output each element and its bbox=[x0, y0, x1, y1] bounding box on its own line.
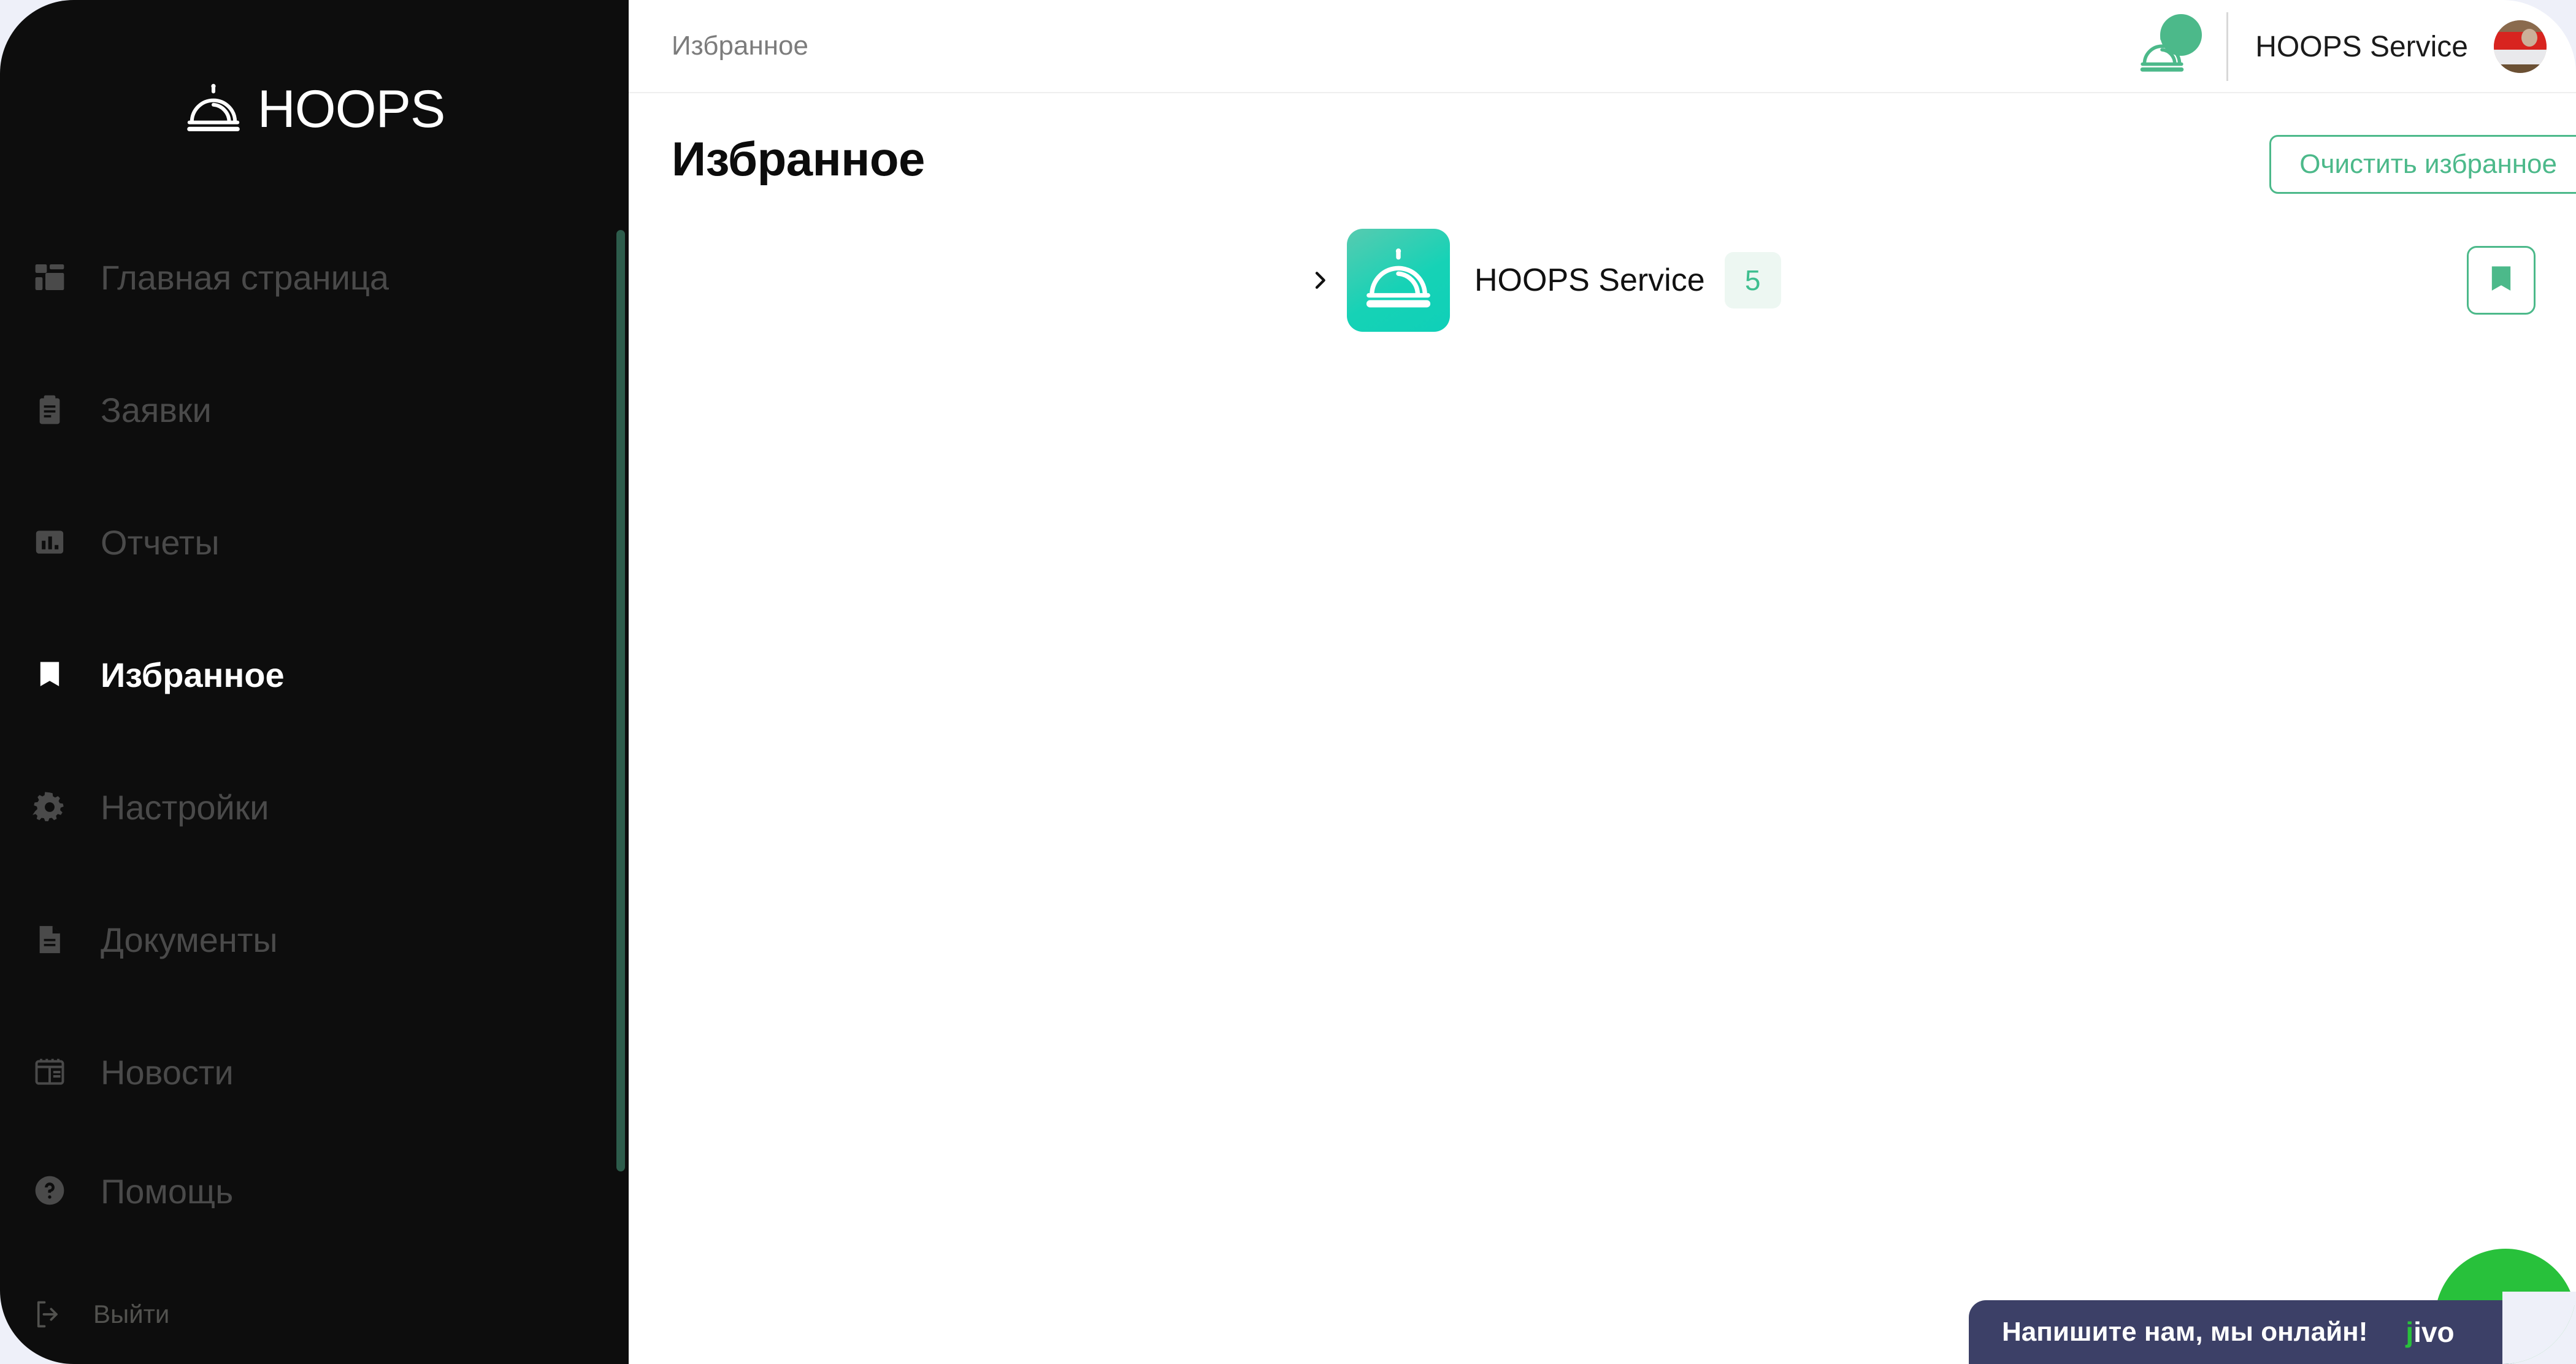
jivo-chat-widget: Напишите нам, мы онлайн! jivo bbox=[1969, 1249, 2576, 1364]
help-circle-icon bbox=[31, 1171, 69, 1208]
sidebar-item-label: Избранное bbox=[101, 655, 285, 694]
sidebar-item-label: Главная страница bbox=[101, 258, 389, 297]
breadcrumb: Избранное bbox=[672, 31, 808, 61]
gear-icon bbox=[31, 788, 69, 826]
jivo-logo-ivo: ivo bbox=[2413, 1316, 2455, 1348]
sidebar-item-glavnaya-stranica[interactable]: Главная страница bbox=[0, 244, 629, 310]
main-content: Избранное HOOPS Service Избранное Очисти… bbox=[629, 0, 2576, 1364]
sidebar-item-otchety[interactable]: Отчеты bbox=[0, 509, 629, 575]
service-bell-icon bbox=[1362, 243, 1435, 318]
favorites-row-name: HOOPS Service bbox=[1474, 262, 1705, 298]
toggle-bookmark-button[interactable] bbox=[2467, 246, 2536, 315]
clipboard-icon bbox=[31, 391, 69, 429]
sidebar-nav: Главная страница Заявки Отчеты Избранное… bbox=[0, 244, 629, 1208]
sidebar-item-pomosch[interactable]: Помощь bbox=[0, 1171, 629, 1208]
favorites-row-tile bbox=[1347, 229, 1450, 332]
topbar-divider bbox=[2226, 12, 2229, 81]
news-icon bbox=[31, 1053, 69, 1091]
notifications-button[interactable] bbox=[2138, 13, 2210, 80]
topbar: Избранное HOOPS Service bbox=[629, 0, 2576, 93]
sidebar-item-izbrannoe[interactable]: Избранное bbox=[0, 642, 629, 708]
sidebar-item-novosti[interactable]: Новости bbox=[0, 1039, 629, 1105]
sidebar: HOOPS Главная страница Заявки Отчеты Изб… bbox=[0, 0, 629, 1364]
page-title: Избранное bbox=[672, 132, 925, 186]
sidebar-item-label: Помощь bbox=[101, 1172, 234, 1208]
logout-button[interactable]: Выйти bbox=[31, 1297, 169, 1332]
logout-icon bbox=[31, 1297, 66, 1332]
page-head: Избранное Очистить избранное bbox=[629, 93, 2576, 194]
topbar-right: HOOPS Service bbox=[2138, 0, 2547, 93]
app-root: HOOPS Главная страница Заявки Отчеты Изб… bbox=[0, 0, 2576, 1364]
jivo-logo-j: j bbox=[2405, 1316, 2414, 1348]
document-icon bbox=[31, 921, 69, 959]
bookmark-icon bbox=[31, 656, 69, 694]
bar-chart-icon bbox=[31, 523, 69, 561]
favorites-row[interactable]: HOOPS Service 5 bbox=[629, 228, 2576, 332]
favorites-list: HOOPS Service 5 bbox=[629, 228, 2576, 332]
sidebar-item-nastroyki[interactable]: Настройки bbox=[0, 774, 629, 840]
favorites-row-count-badge: 5 bbox=[1724, 252, 1781, 308]
user-name: HOOPS Service bbox=[2255, 30, 2468, 63]
chevron-right-icon[interactable] bbox=[1306, 267, 1333, 294]
sidebar-item-label: Заявки bbox=[101, 390, 212, 429]
sidebar-item-label: Настройки bbox=[101, 787, 269, 827]
sidebar-item-label: Документы bbox=[101, 920, 278, 959]
logo-wordmark: HOOPS bbox=[257, 80, 446, 139]
notification-badge bbox=[2160, 14, 2202, 56]
dashboard-icon bbox=[31, 258, 69, 296]
sidebar-scrollbar[interactable] bbox=[616, 230, 625, 1171]
sidebar-item-dokumenty[interactable]: Документы bbox=[0, 906, 629, 973]
logout-label: Выйти bbox=[93, 1300, 170, 1328]
avatar-layer bbox=[2521, 28, 2537, 47]
avatar-layer bbox=[2494, 64, 2547, 73]
bookmark-filled-icon bbox=[2485, 261, 2517, 300]
sidebar-item-label: Отчеты bbox=[101, 523, 220, 562]
clear-favorites-button[interactable]: Очистить избранное bbox=[2269, 135, 2576, 194]
sidebar-item-label: Новости bbox=[101, 1052, 234, 1092]
sidebar-logo[interactable]: HOOPS bbox=[0, 72, 629, 146]
avatar-layer bbox=[2494, 50, 2547, 66]
avatar-layer bbox=[2494, 31, 2547, 51]
sidebar-item-zayavki[interactable]: Заявки bbox=[0, 377, 629, 443]
jivo-message-bar[interactable]: Напишите нам, мы онлайн! jivo bbox=[1969, 1300, 2515, 1364]
jivo-message-text: Напишите нам, мы онлайн! bbox=[2002, 1317, 2368, 1347]
avatar[interactable] bbox=[2494, 20, 2547, 73]
service-bell-icon bbox=[184, 80, 243, 139]
jivo-logo: jivo bbox=[2405, 1316, 2454, 1349]
